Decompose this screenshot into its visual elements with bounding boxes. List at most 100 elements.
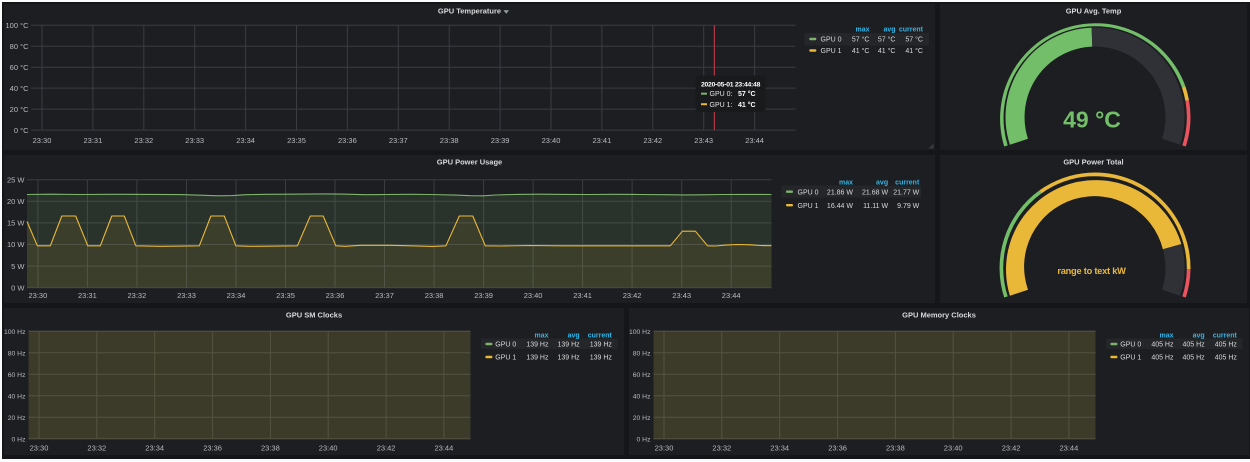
svg-text:max: max [534, 332, 548, 339]
svg-text:23:30: 23:30 [32, 135, 51, 144]
svg-text:range to text kW: range to text kW [1057, 266, 1126, 276]
svg-text:23:41: 23:41 [573, 291, 592, 300]
svg-text:49 °C: 49 °C [1063, 106, 1121, 132]
svg-text:80 Hz: 80 Hz [7, 350, 25, 357]
svg-text:23:36: 23:36 [203, 443, 222, 452]
svg-text:41 °C: 41 °C [738, 100, 756, 108]
svg-text:GPU Temperature: GPU Temperature [437, 6, 500, 15]
svg-text:avg: avg [883, 26, 895, 33]
svg-text:23:38: 23:38 [261, 443, 280, 452]
svg-text:avg: avg [1192, 332, 1204, 339]
svg-text:23:35: 23:35 [287, 135, 306, 144]
svg-text:21.68 W: 21.68 W [862, 189, 888, 196]
svg-text:60 Hz: 60 Hz [632, 371, 650, 378]
svg-text:139 Hz: 139 Hz [557, 341, 580, 348]
svg-text:41 °C: 41 °C [905, 47, 923, 55]
svg-text:405 Hz: 405 Hz [1214, 354, 1237, 361]
svg-text:23:40: 23:40 [318, 443, 337, 452]
svg-text:23:44: 23:44 [721, 291, 740, 300]
svg-text:23:43: 23:43 [694, 135, 713, 144]
svg-text:GPU 0: GPU 0 [1120, 341, 1141, 348]
svg-text:23:43: 23:43 [672, 291, 691, 300]
svg-text:57 °C: 57 °C [905, 35, 923, 43]
svg-text:9.79 W: 9.79 W [897, 202, 920, 209]
svg-text:23:35: 23:35 [276, 291, 295, 300]
svg-text:80 Hz: 80 Hz [632, 350, 650, 357]
svg-text:GPU Power Total: GPU Power Total [1063, 157, 1123, 166]
svg-text:405 Hz: 405 Hz [1182, 341, 1205, 348]
svg-text:23:38: 23:38 [886, 443, 905, 452]
svg-text:20 Hz: 20 Hz [632, 414, 650, 421]
svg-text:23:37: 23:37 [388, 135, 407, 144]
svg-text:23:39: 23:39 [490, 135, 509, 144]
svg-text:23:33: 23:33 [185, 135, 204, 144]
svg-text:25 W: 25 W [6, 175, 24, 184]
svg-text:23:44: 23:44 [434, 443, 453, 452]
svg-text:GPU 1:: GPU 1: [709, 101, 732, 108]
svg-text:139 Hz: 139 Hz [557, 354, 580, 361]
svg-text:23:30: 23:30 [654, 443, 673, 452]
svg-text:21.77 W: 21.77 W [893, 189, 919, 196]
svg-text:0 Hz: 0 Hz [11, 436, 26, 443]
svg-text:23:36: 23:36 [338, 135, 357, 144]
svg-text:23:30: 23:30 [28, 291, 47, 300]
svg-text:20 W: 20 W [6, 197, 24, 206]
svg-text:23:38: 23:38 [424, 291, 443, 300]
svg-text:GPU 1: GPU 1 [797, 202, 818, 209]
svg-text:23:42: 23:42 [1001, 443, 1020, 452]
svg-text:139 Hz: 139 Hz [589, 354, 612, 361]
svg-text:23:36: 23:36 [325, 291, 344, 300]
svg-text:57 °C: 57 °C [877, 35, 895, 43]
svg-text:GPU SM Clocks: GPU SM Clocks [285, 310, 341, 319]
svg-text:20 °C: 20 °C [9, 104, 28, 113]
svg-text:GPU 0:: GPU 0: [709, 91, 732, 98]
svg-text:23:36: 23:36 [828, 443, 847, 452]
svg-text:current: current [1212, 332, 1237, 339]
svg-text:GPU Avg. Temp: GPU Avg. Temp [1065, 6, 1121, 15]
svg-text:GPU Power Usage: GPU Power Usage [436, 157, 501, 166]
svg-text:current: current [895, 179, 920, 186]
svg-text:23:39: 23:39 [474, 291, 493, 300]
svg-text:11.11 W: 11.11 W [863, 202, 888, 209]
svg-text:80 °C: 80 °C [9, 41, 28, 50]
svg-text:23:32: 23:32 [712, 443, 731, 452]
svg-text:57 °C: 57 °C [738, 90, 756, 98]
svg-text:avg: avg [876, 179, 888, 186]
svg-text:0 °C: 0 °C [13, 125, 28, 134]
svg-text:23:44: 23:44 [745, 135, 764, 144]
svg-text:40 Hz: 40 Hz [632, 393, 650, 400]
svg-text:60 Hz: 60 Hz [7, 371, 25, 378]
svg-text:GPU 0: GPU 0 [820, 36, 841, 43]
svg-text:0 W: 0 W [11, 283, 25, 292]
svg-text:2020-05-01 23:44:48: 2020-05-01 23:44:48 [701, 81, 761, 88]
svg-text:23:42: 23:42 [376, 443, 395, 452]
svg-text:405 Hz: 405 Hz [1151, 341, 1174, 348]
svg-text:23:32: 23:32 [87, 443, 106, 452]
svg-text:avg: avg [567, 332, 579, 339]
svg-text:20 Hz: 20 Hz [7, 414, 25, 421]
svg-text:139 Hz: 139 Hz [526, 341, 549, 348]
svg-text:max: max [855, 26, 869, 33]
svg-text:0 Hz: 0 Hz [636, 436, 651, 443]
svg-text:23:40: 23:40 [943, 443, 962, 452]
svg-text:GPU 0: GPU 0 [495, 341, 516, 348]
svg-text:23:44: 23:44 [1059, 443, 1078, 452]
svg-text:21.86 W: 21.86 W [826, 189, 852, 196]
svg-text:5 W: 5 W [11, 261, 25, 270]
svg-text:23:34: 23:34 [145, 443, 164, 452]
svg-text:GPU 1: GPU 1 [820, 48, 841, 55]
svg-text:57 °C: 57 °C [851, 35, 869, 43]
svg-text:100 °C: 100 °C [5, 20, 29, 29]
svg-text:100 Hz: 100 Hz [629, 328, 651, 335]
svg-text:max: max [838, 179, 852, 186]
svg-text:23:32: 23:32 [127, 291, 146, 300]
svg-text:23:42: 23:42 [622, 291, 641, 300]
svg-text:41 °C: 41 °C [877, 47, 895, 55]
svg-text:GPU 1: GPU 1 [495, 354, 516, 361]
svg-text:GPU 0: GPU 0 [797, 189, 818, 196]
svg-text:23:30: 23:30 [29, 443, 48, 452]
svg-text:405 Hz: 405 Hz [1182, 354, 1205, 361]
svg-text:41 °C: 41 °C [851, 47, 869, 55]
svg-text:23:31: 23:31 [78, 291, 97, 300]
svg-text:405 Hz: 405 Hz [1214, 341, 1237, 348]
